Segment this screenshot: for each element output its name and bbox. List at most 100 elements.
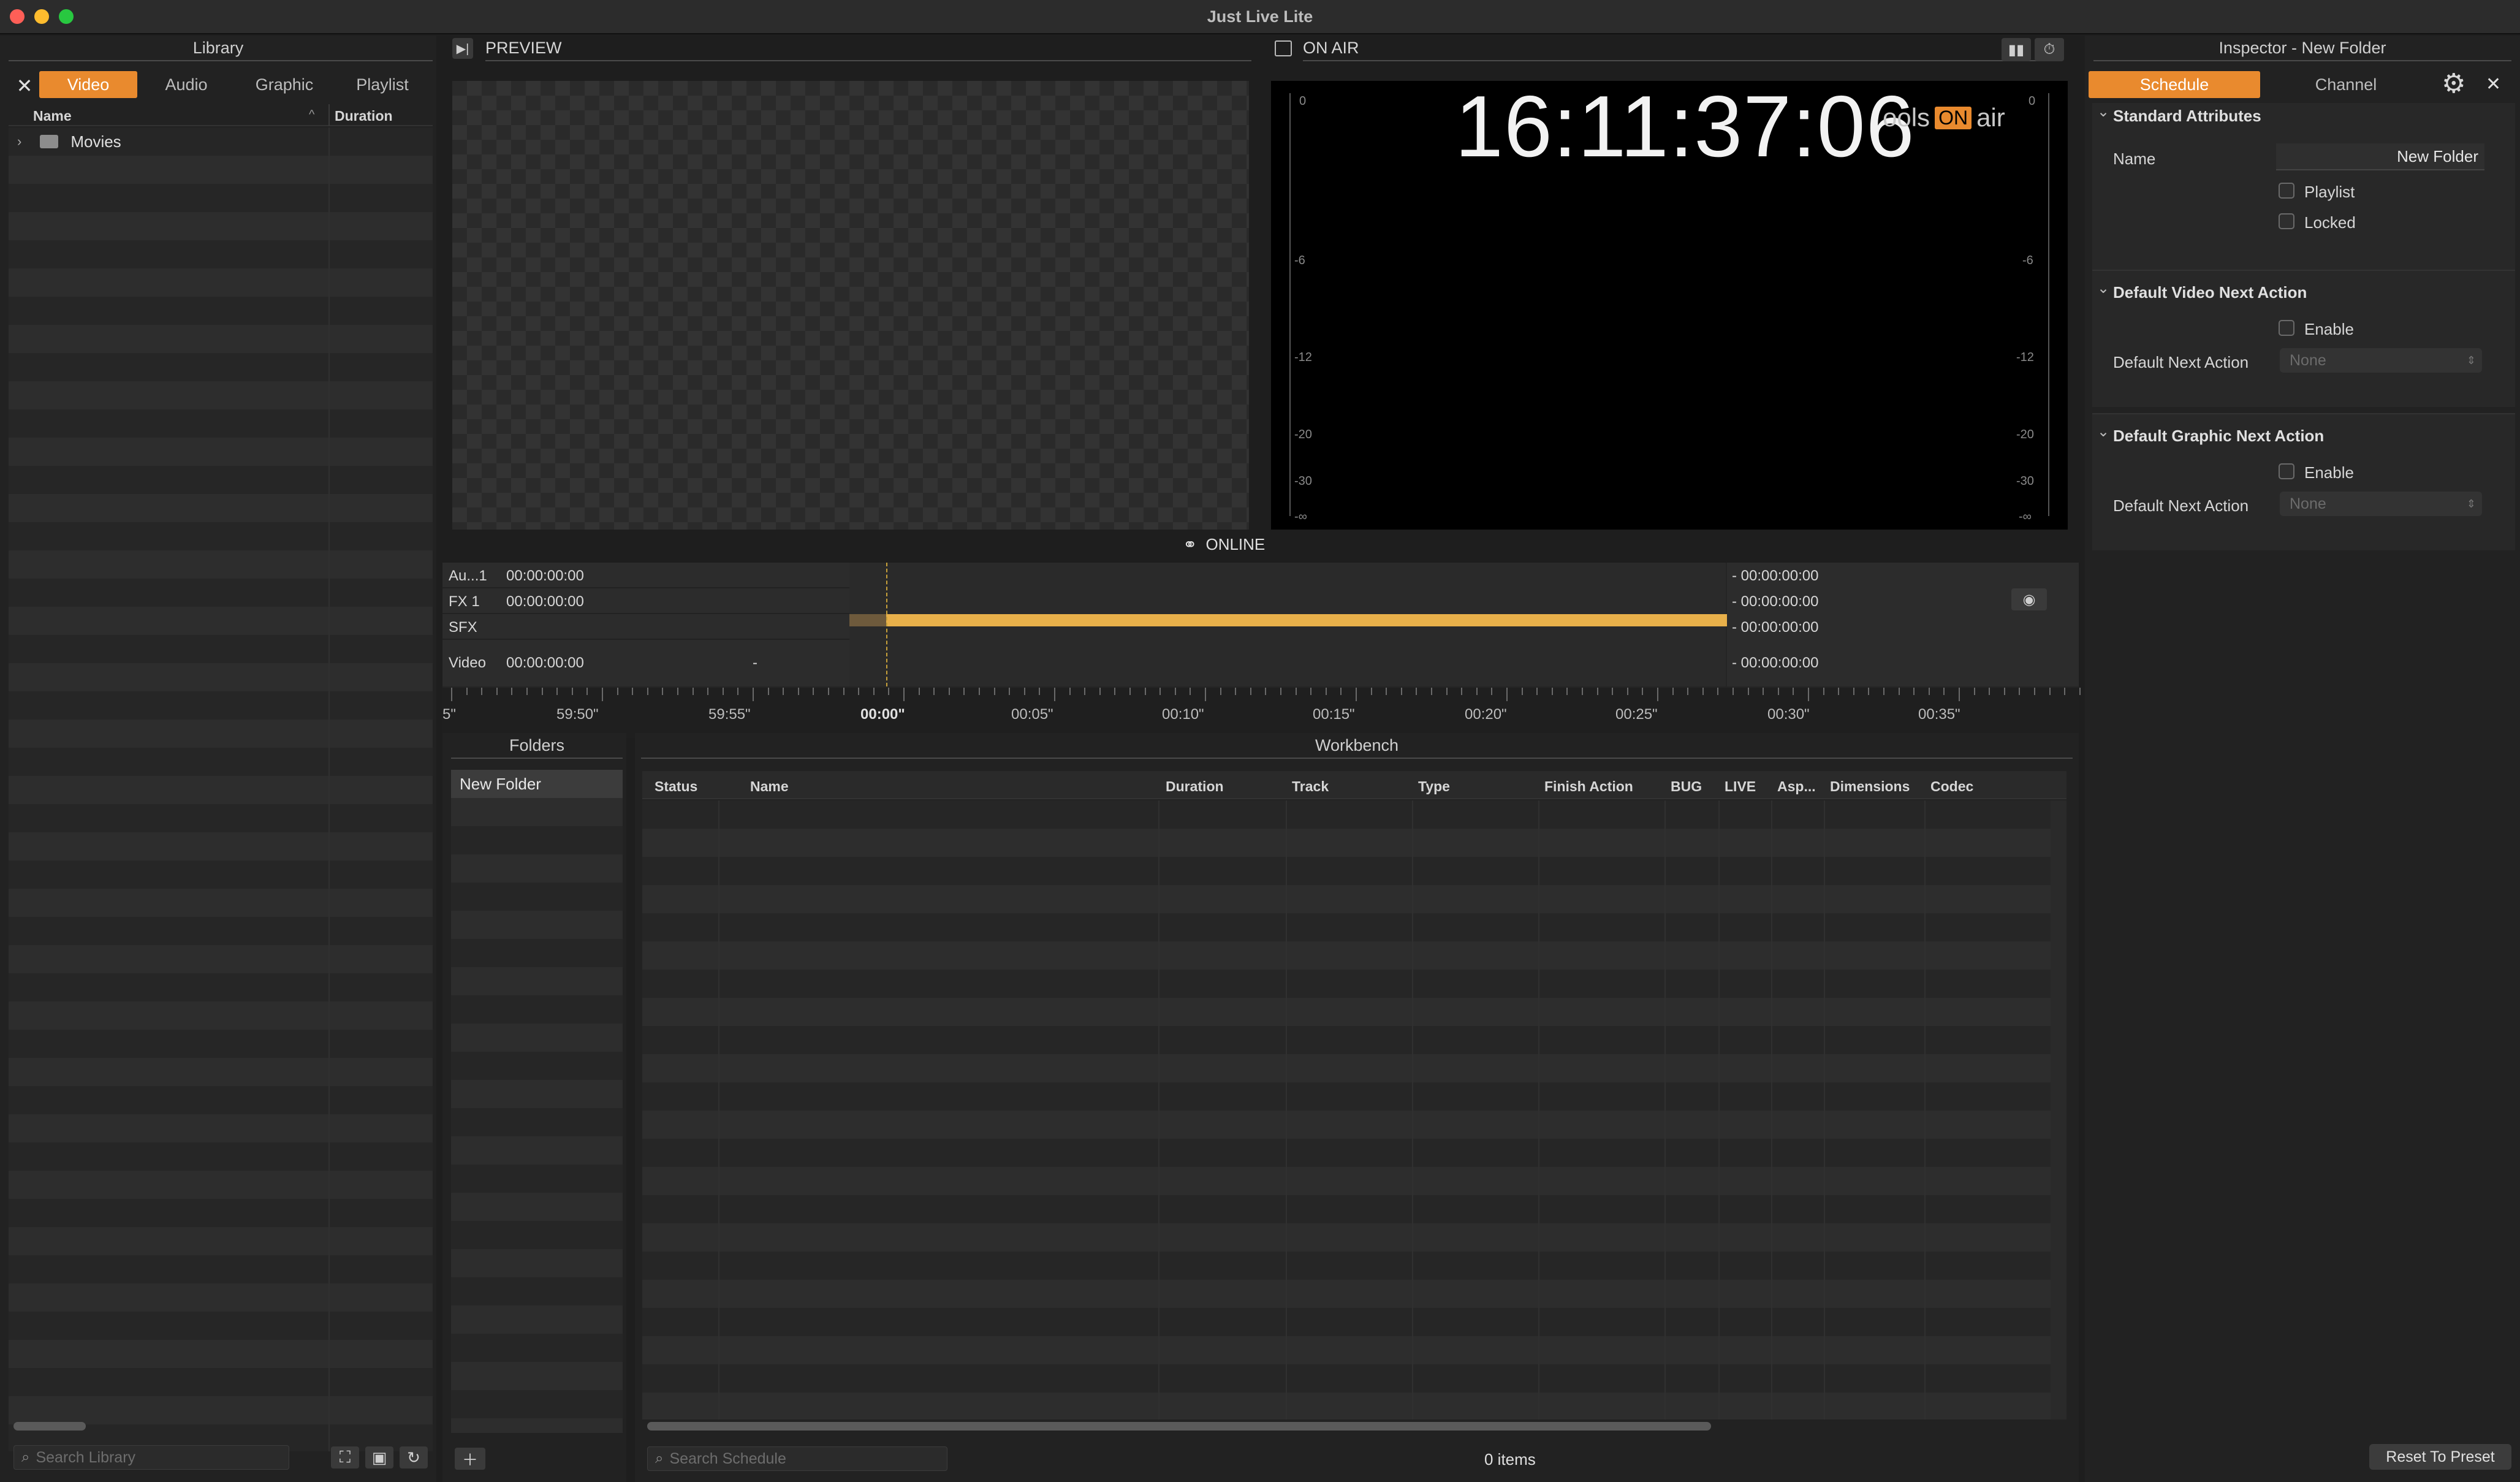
ruler-tick bbox=[1054, 688, 1055, 701]
search-icon: ⌕ bbox=[21, 1449, 30, 1465]
ruler-tick bbox=[496, 688, 498, 695]
column-status[interactable]: Status bbox=[655, 778, 697, 795]
tab-channel[interactable]: Channel bbox=[2260, 71, 2432, 98]
search-schedule-input[interactable]: ⌕ Search Schedule bbox=[647, 1446, 947, 1471]
close-icon[interactable]: ✕ bbox=[13, 72, 36, 99]
tab-playlist[interactable]: Playlist bbox=[333, 71, 431, 98]
default-next-action-select[interactable]: None ⇕ bbox=[2280, 492, 2482, 516]
column-aspect[interactable]: Asp... bbox=[1777, 778, 1816, 795]
ruler-tick bbox=[1325, 688, 1327, 695]
column-divider[interactable] bbox=[328, 104, 330, 126]
refresh-icon[interactable]: ↻ bbox=[400, 1446, 428, 1469]
column-codec[interactable]: Codec bbox=[1930, 778, 1973, 795]
folder-item[interactable]: New Folder bbox=[451, 770, 623, 798]
play-next-icon[interactable]: ▶| bbox=[452, 38, 473, 59]
column-divider bbox=[1286, 800, 1287, 1419]
column-duration[interactable]: Duration bbox=[335, 108, 393, 124]
enable-checkbox[interactable] bbox=[2279, 320, 2294, 336]
ruler-tick bbox=[1009, 688, 1011, 695]
tick-label: 00:15" bbox=[1313, 706, 1355, 723]
column-track[interactable]: Track bbox=[1292, 778, 1329, 795]
ruler-tick bbox=[1174, 688, 1176, 695]
track-row[interactable]: SFX bbox=[442, 615, 849, 640]
track-row[interactable]: Video 00:00:00:00 - bbox=[442, 641, 849, 686]
ruler-tick bbox=[1928, 688, 1930, 695]
tab-audio[interactable]: Audio bbox=[137, 71, 235, 98]
ruler-tick bbox=[903, 688, 905, 701]
ruler-tick bbox=[1959, 688, 1960, 701]
reset-to-preset-button[interactable]: Reset To Preset bbox=[2369, 1444, 2511, 1470]
timeline-tracks-area[interactable] bbox=[849, 563, 1897, 686]
chevron-down-icon[interactable]: ⌄ bbox=[2097, 279, 2109, 297]
chevron-right-icon[interactable]: › bbox=[17, 134, 21, 150]
column-name[interactable]: Name bbox=[750, 778, 789, 795]
section-title[interactable]: Default Graphic Next Action bbox=[2113, 427, 2324, 446]
track-row[interactable]: Au...1 00:00:00:00 bbox=[442, 563, 849, 588]
tab-schedule[interactable]: Schedule bbox=[2089, 71, 2260, 98]
column-finish-action[interactable]: Finish Action bbox=[1544, 778, 1633, 795]
playlist-label: Playlist bbox=[2304, 183, 2355, 201]
column-divider bbox=[1718, 800, 1720, 1419]
workbench-column-header: Status Name Duration Track Type Finish A… bbox=[642, 771, 2066, 799]
section-title[interactable]: Standard Attributes bbox=[2113, 107, 2261, 126]
connection-icon: ⚭ bbox=[1183, 535, 1197, 554]
meter-chart-icon[interactable]: ▮▮ bbox=[2002, 38, 2031, 61]
name-label: Name bbox=[2113, 150, 2156, 168]
column-dimensions[interactable]: Dimensions bbox=[1830, 778, 1910, 795]
ruler-tick bbox=[873, 688, 875, 695]
list-item[interactable]: › Movies bbox=[9, 127, 433, 156]
section-default-graphic-next-action: ⌄ Default Graphic Next Action Enable Def… bbox=[2092, 413, 2515, 550]
tab-graphic[interactable]: Graphic bbox=[235, 71, 333, 98]
ruler-tick bbox=[1989, 688, 1991, 695]
library-item-name: Movies bbox=[70, 132, 121, 151]
ruler-tick bbox=[1702, 688, 1704, 695]
image-icon[interactable]: ▣ bbox=[365, 1446, 393, 1469]
close-icon[interactable]: ✕ bbox=[2486, 74, 2501, 95]
add-folder-button[interactable]: ＋ bbox=[455, 1448, 485, 1470]
horizontal-scrollbar[interactable] bbox=[13, 1422, 86, 1431]
column-type[interactable]: Type bbox=[1418, 778, 1450, 795]
window-title: Just Live Lite bbox=[1207, 7, 1313, 26]
column-divider bbox=[1158, 800, 1159, 1419]
meter-label: -∞ bbox=[1294, 510, 1307, 523]
horizontal-scrollbar[interactable] bbox=[647, 1422, 1711, 1431]
ruler-tick bbox=[586, 688, 588, 695]
expand-icon[interactable]: ⛶ bbox=[331, 1446, 359, 1469]
gear-icon[interactable]: ⚙ bbox=[2442, 70, 2465, 98]
ruler-tick bbox=[1416, 688, 1418, 695]
name-field[interactable]: New Folder bbox=[2276, 143, 2484, 170]
ruler-tick bbox=[767, 688, 769, 695]
search-library-input[interactable]: ⌕ Search Library bbox=[13, 1445, 289, 1470]
default-next-action-select[interactable]: None ⇕ bbox=[2280, 348, 2482, 373]
workbench-panel: Workbench Status Name Duration Track Typ… bbox=[635, 733, 2079, 1482]
clock-icon[interactable]: ⏱ bbox=[2035, 38, 2064, 61]
eye-icon[interactable]: ◉ bbox=[2011, 588, 2047, 610]
section-standard-attributes: ⌄ Standard Attributes Name New Folder Pl… bbox=[2092, 103, 2515, 288]
column-divider bbox=[1771, 800, 1772, 1419]
enable-checkbox[interactable] bbox=[2279, 463, 2294, 479]
ruler-tick bbox=[647, 688, 648, 695]
locked-checkbox[interactable] bbox=[2279, 213, 2294, 229]
playhead[interactable] bbox=[886, 563, 887, 686]
section-title[interactable]: Default Video Next Action bbox=[2113, 283, 2307, 302]
ruler-tick bbox=[1521, 688, 1523, 695]
sort-ascending-icon[interactable]: ^ bbox=[309, 108, 314, 122]
timeline-ruler[interactable]: 5" 59:50" 59:55" 00:00" 00:05" 00:10" 00… bbox=[442, 688, 2096, 738]
ruler-tick bbox=[662, 688, 664, 695]
column-bug[interactable]: BUG bbox=[1671, 778, 1702, 795]
tick-label: 00:00" bbox=[860, 706, 905, 723]
meter-label: 0 bbox=[2029, 94, 2036, 108]
chevron-down-icon[interactable]: ⌄ bbox=[2097, 103, 2109, 121]
vertical-scrollbar[interactable] bbox=[2051, 800, 2066, 1419]
column-name[interactable]: Name bbox=[33, 108, 72, 124]
chevron-down-icon[interactable]: ⌄ bbox=[2097, 423, 2109, 441]
column-live[interactable]: LIVE bbox=[1725, 778, 1756, 795]
calendar-icon[interactable] bbox=[1275, 40, 1292, 56]
timeline-clip-preroll[interactable] bbox=[849, 614, 886, 626]
track-row[interactable]: FX 1 00:00:00:00 bbox=[442, 590, 849, 614]
column-duration[interactable]: Duration bbox=[1166, 778, 1224, 795]
ruler-ticks bbox=[442, 688, 2096, 704]
ruler-tick bbox=[1898, 688, 1900, 695]
playlist-checkbox[interactable] bbox=[2279, 183, 2294, 199]
tab-video[interactable]: Video bbox=[39, 71, 137, 98]
